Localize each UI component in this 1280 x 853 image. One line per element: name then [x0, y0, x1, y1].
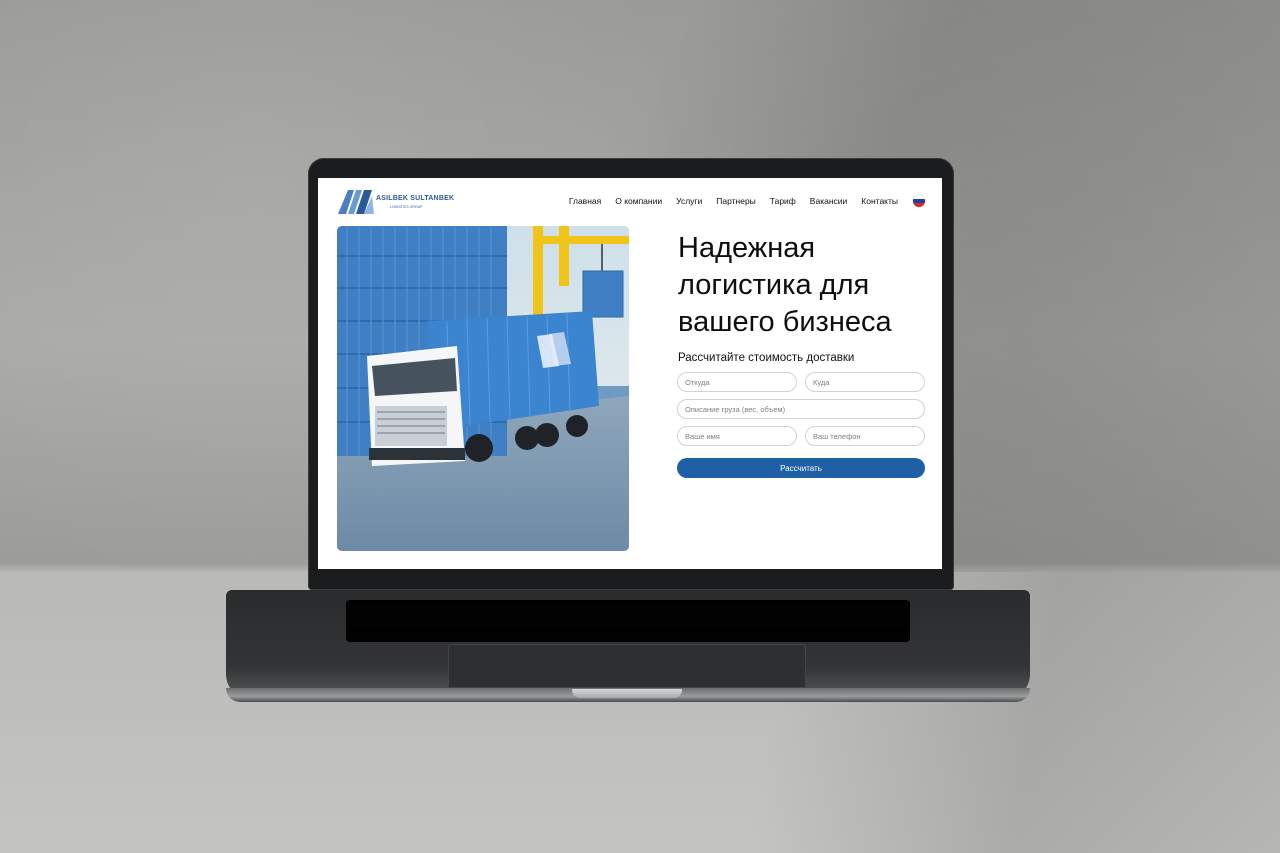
logo-tagline: LOGISTICS GROUP	[390, 205, 423, 209]
laptop-screen: ASILBEK SULTANBEK LOGISTICS GROUP Главна…	[318, 178, 942, 569]
nav-item-contacts[interactable]: Контакты	[861, 196, 898, 206]
nav-item-tariff[interactable]: Тариф	[770, 196, 796, 206]
nav-item-services[interactable]: Услуги	[676, 196, 702, 206]
cargo-input[interactable]	[677, 399, 925, 419]
hero-title: Надежная логистика для вашего бизнеса	[678, 232, 892, 338]
logo-brand-name: ASILBEK SULTANBEK	[376, 195, 455, 202]
laptop-trackpad	[448, 644, 806, 688]
laptop-keyboard	[346, 600, 910, 642]
to-input[interactable]	[805, 372, 925, 392]
nav-item-about[interactable]: О компании	[615, 196, 662, 206]
nav-item-home[interactable]: Главная	[569, 196, 601, 206]
name-input[interactable]	[677, 426, 797, 446]
hero-image	[337, 226, 629, 551]
site-logo[interactable]: ASILBEK SULTANBEK LOGISTICS GROUP	[338, 188, 454, 214]
laptop-notch	[572, 689, 682, 698]
calculate-button[interactable]: Рассчитать	[677, 458, 925, 478]
nav-item-partners[interactable]: Партнеры	[716, 196, 756, 206]
main-menu: Главная О компании Услуги Партнеры Тариф…	[569, 196, 898, 206]
logo-mark-icon	[338, 190, 374, 214]
form-title: Рассчитайте стоимость доставки	[678, 352, 855, 364]
truck-illustration	[337, 226, 629, 551]
phone-input[interactable]	[805, 426, 925, 446]
nav-item-vacancies[interactable]: Вакансии	[810, 196, 847, 206]
from-input[interactable]	[677, 372, 797, 392]
russia-flag-icon[interactable]	[913, 195, 925, 207]
site-header: ASILBEK SULTANBEK LOGISTICS GROUP Главна…	[318, 178, 942, 222]
